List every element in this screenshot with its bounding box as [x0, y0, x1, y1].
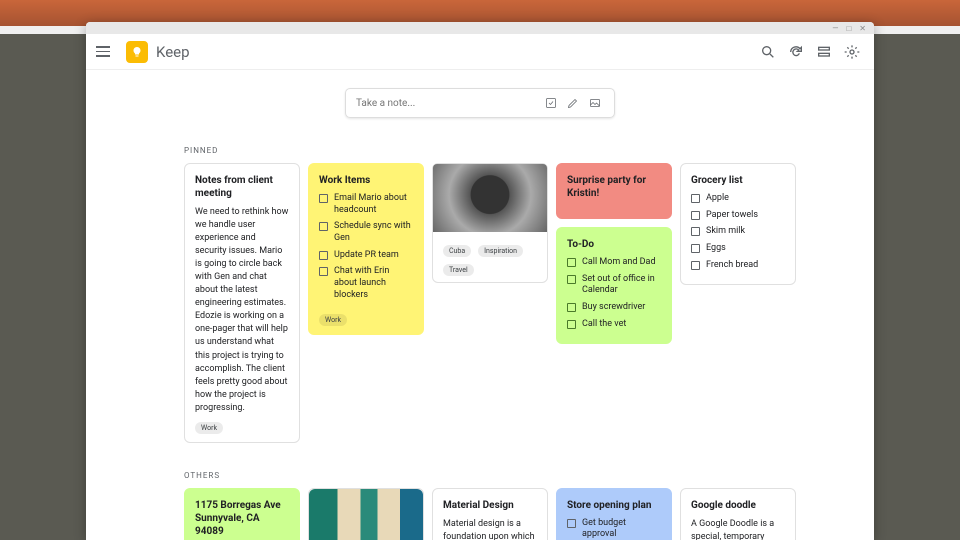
- tag-work[interactable]: Work: [319, 314, 347, 326]
- menu-icon[interactable]: [96, 42, 116, 62]
- tag-travel[interactable]: Travel: [443, 264, 474, 276]
- note-body: We need to rethink how we handle user ex…: [195, 206, 289, 415]
- take-note-input[interactable]: [356, 98, 538, 109]
- note-hawaii[interactable]: Trip to Hawaii Hapuna White Sand Beach -…: [308, 488, 424, 540]
- note-surprise[interactable]: Surprise party for Kristin!: [556, 163, 672, 219]
- note-title: 1175 Borregas Ave Sunnyvale, CA 94089: [195, 499, 289, 538]
- checkbox-icon[interactable]: [567, 275, 576, 284]
- checkbox-icon[interactable]: [567, 303, 576, 312]
- note-title: Surprise party for Kristin!: [567, 174, 661, 200]
- checkbox-icon[interactable]: [567, 519, 576, 528]
- checkbox-icon[interactable]: [567, 258, 576, 267]
- tag-cuba[interactable]: Cuba: [443, 245, 471, 257]
- new-drawing-icon[interactable]: [564, 94, 582, 112]
- list-item[interactable]: Set out of office in Calendar: [567, 274, 661, 297]
- note-title: Grocery list: [691, 174, 785, 187]
- note-material[interactable]: Material Design Material design is a fou…: [432, 488, 548, 540]
- note-grocery[interactable]: Grocery list Apple Paper towels Skim mil…: [680, 163, 796, 285]
- take-note-bar[interactable]: [345, 88, 615, 118]
- note-title: Material Design: [443, 499, 537, 512]
- list-item[interactable]: Email Mario about headcount: [319, 193, 413, 216]
- list-item[interactable]: Paper towels: [691, 210, 785, 222]
- list-item[interactable]: Schedule sync with Gen: [319, 221, 413, 244]
- note-body: A Google Doodle is a special, temporary …: [691, 518, 785, 540]
- list-item[interactable]: French bread: [691, 260, 785, 272]
- note-store[interactable]: Store opening plan Get budget approval R…: [556, 488, 672, 540]
- new-list-icon[interactable]: [542, 94, 560, 112]
- list-item[interactable]: Get budget approval: [567, 518, 661, 540]
- list-item[interactable]: Update PR team: [319, 250, 413, 262]
- search-icon[interactable]: [756, 40, 780, 64]
- checkbox-icon[interactable]: [567, 320, 576, 329]
- close-icon[interactable]: ✕: [859, 24, 866, 33]
- note-address[interactable]: 1175 Borregas Ave Sunnyvale, CA 94089 Wo…: [184, 488, 300, 540]
- note-client-meeting[interactable]: Notes from client meeting We need to ret…: [184, 163, 300, 443]
- checkbox-icon[interactable]: [691, 261, 700, 270]
- note-title: Store opening plan: [567, 499, 661, 512]
- checkbox-icon[interactable]: [319, 194, 328, 203]
- list-item[interactable]: Apple: [691, 193, 785, 205]
- notes-scroll-area[interactable]: Pinned Notes from client meeting We need…: [86, 70, 874, 540]
- list-item[interactable]: Eggs: [691, 243, 785, 255]
- app-window: — □ ✕ Keep Pinned Notes from client meet…: [86, 22, 874, 540]
- tag-inspiration[interactable]: Inspiration: [478, 245, 523, 257]
- checkbox-icon[interactable]: [691, 211, 700, 220]
- checkbox-icon[interactable]: [691, 244, 700, 253]
- note-todo[interactable]: To-Do Call Mom and Dad Set out of office…: [556, 227, 672, 344]
- tag-work[interactable]: Work: [195, 422, 223, 434]
- checkbox-icon[interactable]: [691, 227, 700, 236]
- pinned-label: Pinned: [184, 146, 854, 155]
- keep-logo-icon: [126, 41, 148, 63]
- settings-icon[interactable]: [840, 40, 864, 64]
- others-label: Others: [184, 471, 854, 480]
- list-item[interactable]: Call Mom and Dad: [567, 257, 661, 269]
- list-item[interactable]: Skim milk: [691, 226, 785, 238]
- note-image: [433, 164, 547, 232]
- list-view-icon[interactable]: [812, 40, 836, 64]
- minimize-icon[interactable]: —: [832, 24, 838, 33]
- note-title: Work Items: [319, 174, 413, 187]
- note-doodle[interactable]: Google doodle A Google Doodle is a speci…: [680, 488, 796, 540]
- pinned-grid: Notes from client meeting We need to ret…: [106, 163, 854, 443]
- list-item[interactable]: Call the vet: [567, 319, 661, 331]
- new-image-icon[interactable]: [586, 94, 604, 112]
- window-titlebar: — □ ✕: [86, 22, 874, 34]
- note-work-items[interactable]: Work Items Email Mario about headcount S…: [308, 163, 424, 335]
- app-header: Keep: [86, 34, 874, 70]
- note-photo[interactable]: Cuba Inspiration Travel: [432, 163, 548, 283]
- note-title: To-Do: [567, 238, 661, 251]
- checkbox-icon[interactable]: [319, 222, 328, 231]
- checkbox-icon[interactable]: [691, 194, 700, 203]
- list-item[interactable]: Chat with Erin about launch blockers: [319, 266, 413, 301]
- refresh-icon[interactable]: [784, 40, 808, 64]
- note-body: Material design is a foundation upon whi…: [443, 518, 537, 540]
- list-item[interactable]: Buy screwdriver: [567, 302, 661, 314]
- checkbox-icon[interactable]: [319, 251, 328, 260]
- maximize-icon[interactable]: □: [846, 24, 851, 33]
- note-title: Google doodle: [691, 499, 785, 512]
- checkbox-icon[interactable]: [319, 267, 328, 276]
- note-title: Notes from client meeting: [195, 174, 289, 200]
- note-image: [309, 489, 423, 540]
- app-name: Keep: [156, 43, 190, 61]
- others-grid: 1175 Borregas Ave Sunnyvale, CA 94089 Wo…: [106, 488, 854, 540]
